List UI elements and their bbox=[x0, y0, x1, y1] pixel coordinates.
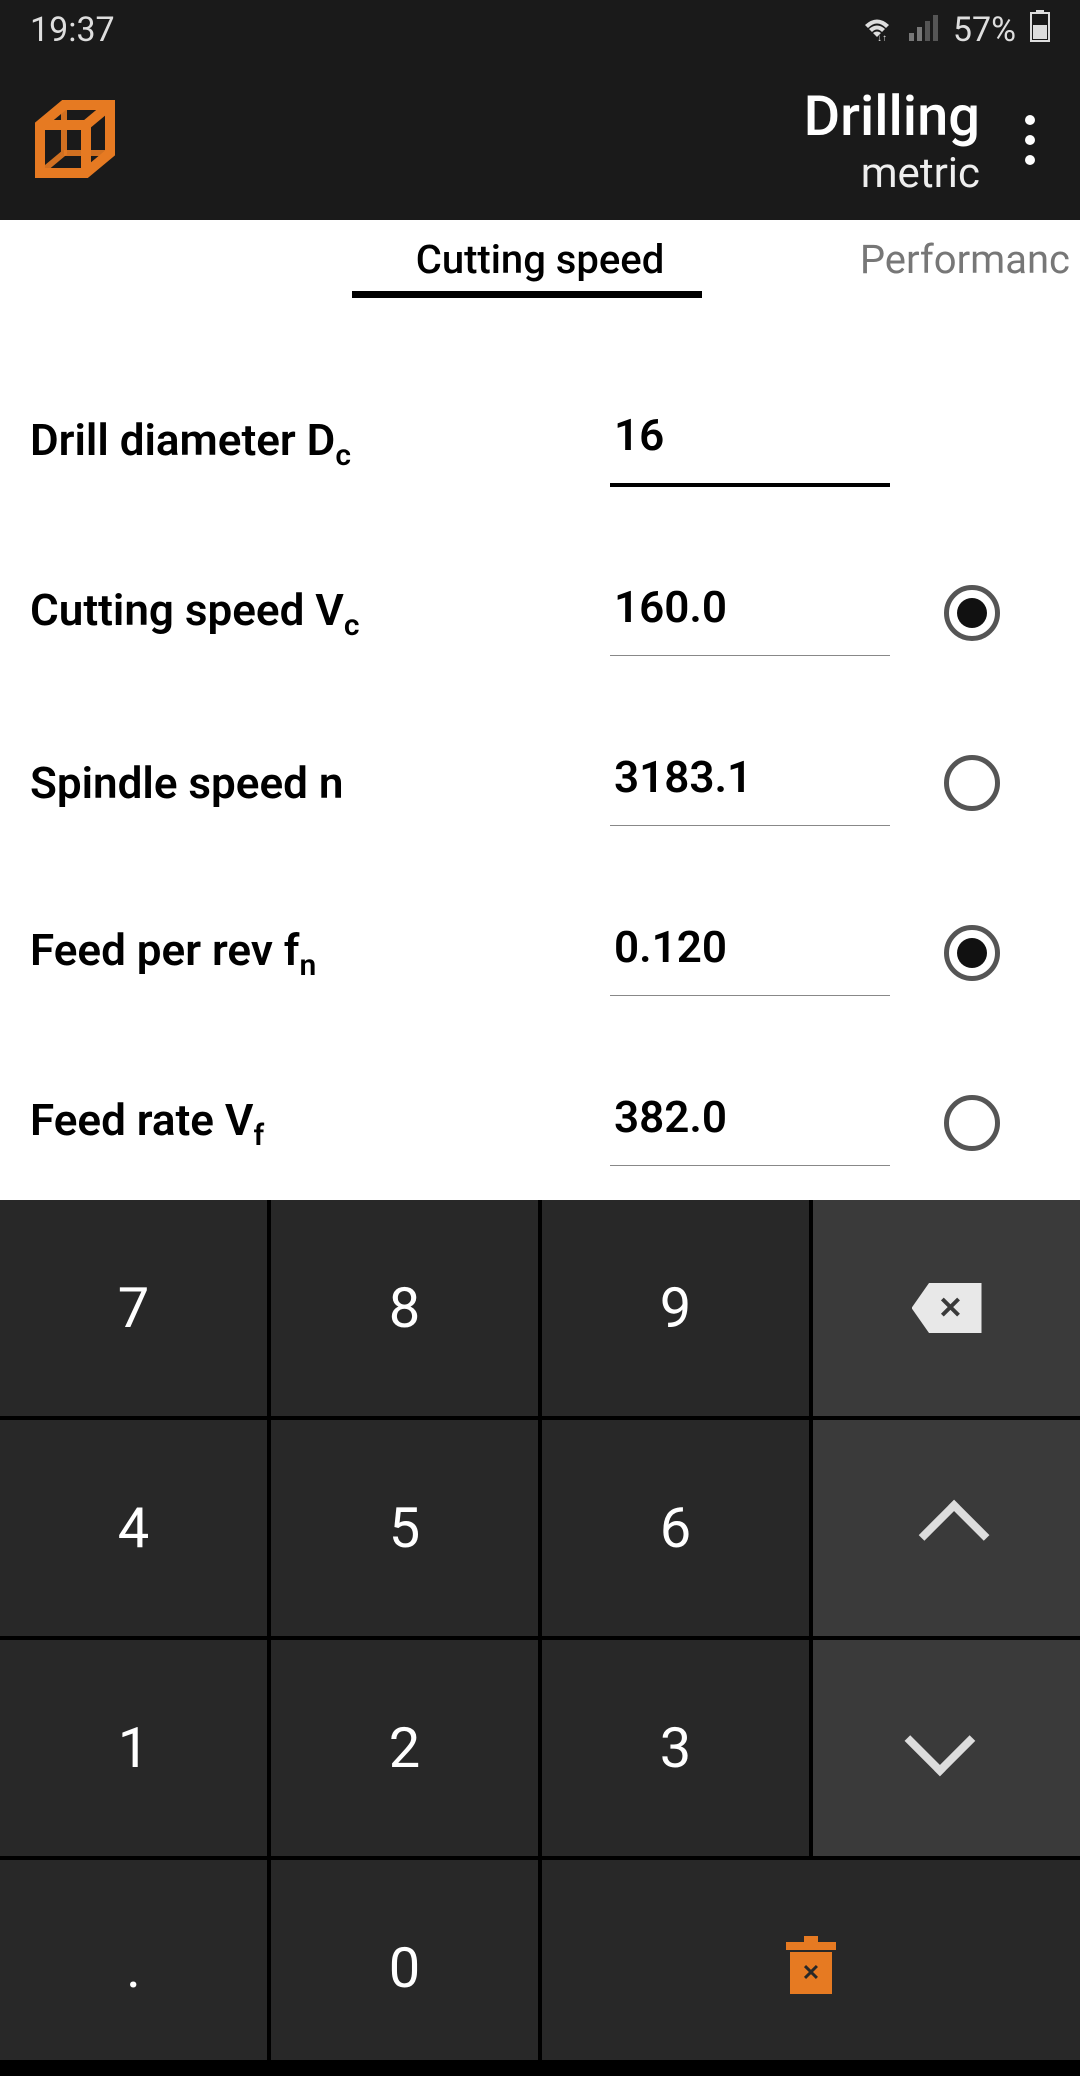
row-feed-per-rev: Feed per rev fn 0.120 bbox=[30, 868, 1050, 1038]
status-time: 19:37 bbox=[30, 10, 859, 50]
key-4[interactable]: 4 bbox=[0, 1420, 267, 1636]
app-bar: Drilling metric bbox=[0, 60, 1080, 220]
key-backspace[interactable] bbox=[813, 1200, 1080, 1416]
row-spindle-speed: Spindle speed n 3183.1 bbox=[30, 698, 1050, 868]
input-feed-per-rev[interactable]: 0.120 bbox=[610, 911, 890, 996]
key-3[interactable]: 3 bbox=[542, 1640, 809, 1856]
row-cutting-speed: Cutting speed Vc 160.0 bbox=[30, 528, 1050, 698]
radio-cutting-speed[interactable] bbox=[944, 585, 1000, 641]
signal-icon bbox=[909, 10, 939, 50]
key-up[interactable] bbox=[813, 1420, 1080, 1636]
label-feed-per-rev: Feed per rev fn bbox=[30, 924, 610, 983]
app-titles: Drilling metric bbox=[120, 83, 1000, 198]
wifi-icon: ↓↑ bbox=[859, 10, 895, 50]
radio-feed-rate[interactable] bbox=[944, 1095, 1000, 1151]
input-cutting-speed[interactable]: 160.0 bbox=[610, 571, 890, 656]
label-feed-rate: Feed rate Vf bbox=[30, 1094, 610, 1153]
radio-spindle-speed[interactable] bbox=[944, 755, 1000, 811]
trash-icon bbox=[786, 1942, 836, 1994]
label-spindle-speed: Spindle speed n bbox=[30, 757, 610, 809]
key-down[interactable] bbox=[813, 1640, 1080, 1856]
key-dot[interactable]: . bbox=[0, 1860, 267, 2076]
radio-feed-per-rev[interactable] bbox=[944, 925, 1000, 981]
tab-performance[interactable]: Performanc bbox=[830, 226, 1080, 293]
svg-text:↓↑: ↓↑ bbox=[877, 33, 887, 41]
battery-icon bbox=[1030, 10, 1050, 51]
key-9[interactable]: 9 bbox=[542, 1200, 809, 1416]
chevron-down-icon bbox=[904, 1706, 975, 1777]
app-subtitle: metric bbox=[120, 149, 980, 198]
input-spindle-speed[interactable]: 3183.1 bbox=[610, 741, 890, 826]
status-right: ↓↑ 57% bbox=[859, 10, 1050, 51]
row-drill-diameter: Drill diameter Dc 16 bbox=[30, 358, 1050, 528]
row-feed-rate: Feed rate Vf 382.0 bbox=[30, 1038, 1050, 1208]
form: Drill diameter Dc 16 Cutting speed Vc 16… bbox=[0, 298, 1080, 1208]
key-2[interactable]: 2 bbox=[271, 1640, 538, 1856]
tab-bar: Cutting speed Performanc bbox=[0, 220, 1080, 298]
app-title: Drilling bbox=[120, 83, 980, 149]
chevron-up-icon bbox=[918, 1500, 989, 1571]
key-6[interactable]: 6 bbox=[542, 1420, 809, 1636]
key-clear[interactable] bbox=[542, 1860, 1080, 2076]
numeric-keypad: 7 8 9 4 5 6 1 2 3 . 0 bbox=[0, 1200, 1080, 2076]
key-7[interactable]: 7 bbox=[0, 1200, 267, 1416]
tab-indicator bbox=[352, 291, 702, 298]
key-0[interactable]: 0 bbox=[271, 1860, 538, 2076]
key-1[interactable]: 1 bbox=[0, 1640, 267, 1856]
input-drill-diameter[interactable]: 16 bbox=[610, 399, 890, 487]
label-drill-diameter: Drill diameter Dc bbox=[30, 414, 610, 473]
key-8[interactable]: 8 bbox=[271, 1200, 538, 1416]
battery-percent: 57% bbox=[953, 10, 1016, 50]
input-feed-rate[interactable]: 382.0 bbox=[610, 1081, 890, 1166]
label-cutting-speed: Cutting speed Vc bbox=[30, 584, 610, 643]
status-bar: 19:37 ↓↑ 57% bbox=[0, 0, 1080, 60]
app-logo-icon[interactable] bbox=[30, 95, 120, 185]
system-nav-bar bbox=[0, 2060, 1080, 2076]
overflow-menu-icon[interactable] bbox=[1000, 95, 1060, 185]
backspace-icon bbox=[912, 1283, 982, 1333]
key-5[interactable]: 5 bbox=[271, 1420, 538, 1636]
tab-cutting-speed[interactable]: Cutting speed bbox=[386, 226, 695, 293]
